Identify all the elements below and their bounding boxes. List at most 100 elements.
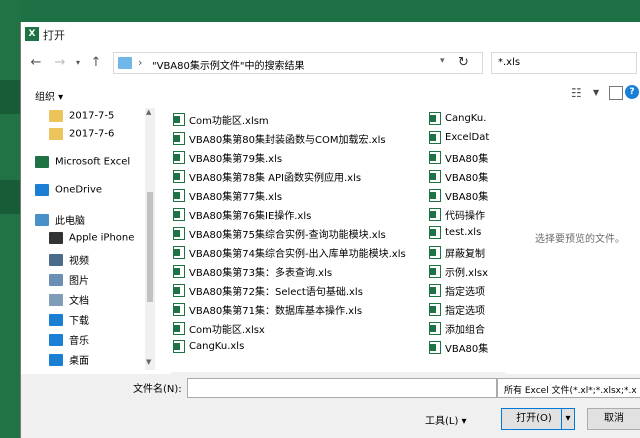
- document-icon: [49, 293, 63, 306]
- nav-item[interactable]: OneDrive: [35, 184, 102, 202]
- folder-icon: [49, 128, 63, 140]
- file-item[interactable]: VBA80集第76集IE操作.xls: [173, 207, 311, 225]
- file-item[interactable]: VBA80集第78集 API函数实例应用.xls: [173, 169, 361, 187]
- file-item[interactable]: VBA80集: [429, 340, 488, 358]
- file-item[interactable]: VBA80集: [429, 150, 488, 168]
- file-item[interactable]: VBA80集第77集.xls: [173, 188, 282, 206]
- nav-item[interactable]: 2017-7-6: [49, 128, 114, 146]
- back-arrow-icon[interactable]: ←: [27, 54, 45, 72]
- nav-item[interactable]: Apple iPhone: [49, 232, 134, 250]
- nav-item[interactable]: 2017-7-5: [49, 110, 114, 128]
- file-name: CangKu.: [445, 113, 487, 124]
- scroll-up-icon[interactable]: ▲: [146, 108, 151, 116]
- file-item[interactable]: 添加组合: [429, 321, 485, 339]
- organize-button[interactable]: 组织 ▾: [35, 88, 63, 103]
- file-item[interactable]: ExcelDat: [429, 131, 489, 149]
- help-icon[interactable]: ?: [625, 85, 639, 99]
- file-name: VBA80集第71集：数据库基本操作.xls: [189, 306, 363, 317]
- address-bar[interactable]: › "VBA80集示例文件"中的搜索结果 ▾ ↻: [113, 52, 483, 74]
- preview-pane-icon[interactable]: [609, 86, 623, 100]
- search-input[interactable]: *.xls: [491, 52, 637, 74]
- excel-background: [0, 0, 20, 438]
- excel-file-icon: [429, 151, 441, 164]
- file-item[interactable]: VBA80集第72集：Select语句基础.xls: [173, 283, 363, 301]
- nav-item[interactable]: Microsoft Excel: [35, 156, 130, 174]
- nav-item[interactable]: 文档: [49, 292, 89, 310]
- nav-item[interactable]: 下载: [49, 312, 89, 330]
- file-item[interactable]: CangKu.xls: [173, 340, 244, 358]
- file-name: VBA80集第77集.xls: [189, 192, 283, 203]
- file-name: VBA80集第78集 API函数实例应用.xls: [189, 173, 362, 184]
- excel-file-icon: [173, 265, 185, 278]
- nav-item[interactable]: 此电脑: [35, 212, 85, 230]
- file-item[interactable]: Com功能区.xlsx: [173, 321, 265, 339]
- nav-item-label: 图片: [69, 276, 89, 287]
- address-dropdown-icon[interactable]: ▾: [440, 56, 445, 66]
- file-item[interactable]: test.xls: [429, 226, 481, 244]
- preview-message: 选择要预览的文件。: [535, 234, 625, 245]
- scroll-down-icon[interactable]: ▼: [146, 358, 151, 366]
- file-item[interactable]: CangKu.: [429, 112, 486, 130]
- view-dropdown-icon[interactable]: ▼: [593, 88, 599, 97]
- phone-icon: [49, 232, 63, 244]
- forward-arrow-icon[interactable]: →: [51, 54, 69, 72]
- view-options-icon[interactable]: ☷: [571, 86, 582, 100]
- excel-file-icon: [173, 189, 185, 202]
- nav-item-label: 下载: [69, 316, 89, 327]
- download-icon: [49, 313, 63, 326]
- nav-scrollbar[interactable]: ▲ ▼: [145, 108, 155, 370]
- folder-icon: [118, 57, 132, 69]
- nav-item[interactable]: 音乐: [49, 332, 89, 350]
- nav-item[interactable]: 图片: [49, 272, 89, 290]
- refresh-icon[interactable]: ↻: [458, 55, 469, 70]
- file-name: VBA80集第72集：Select语句基础.xls: [189, 287, 363, 298]
- excel-file-icon: [173, 151, 185, 164]
- cancel-button[interactable]: 取消: [587, 408, 640, 430]
- file-item[interactable]: VBA80集: [429, 188, 488, 206]
- file-item[interactable]: 指定选项: [429, 283, 485, 301]
- open-options-dropdown-icon[interactable]: ▾: [561, 408, 575, 430]
- nav-item[interactable]: 桌面: [49, 352, 89, 370]
- file-item[interactable]: VBA80集第79集.xls: [173, 150, 282, 168]
- excel-file-icon: [173, 284, 185, 297]
- file-item[interactable]: Com功能区.xlsm: [173, 112, 269, 130]
- file-item[interactable]: VBA80集第71集：数据库基本操作.xls: [173, 302, 362, 320]
- file-item[interactable]: 示例.xlsx: [429, 264, 488, 282]
- excel-file-icon: [173, 227, 185, 240]
- nav-item-label: 2017-7-6: [69, 128, 115, 140]
- excel-file-icon: [429, 246, 441, 259]
- excel-file-icon: [429, 131, 441, 144]
- file-item[interactable]: 代码操作: [429, 207, 485, 225]
- open-dialog: X 打开 ← → ▾ ↑ › "VBA80集示例文件"中的搜索结果 ▾ ↻ *.…: [20, 22, 640, 438]
- up-arrow-icon[interactable]: ↑: [87, 54, 105, 72]
- excel-file-icon: [173, 303, 185, 316]
- file-type-filter[interactable]: 所有 Excel 文件(*.xl*;*.xlsx;*.x: [497, 378, 640, 398]
- file-name: Com功能区.xlsx: [189, 325, 265, 336]
- file-item[interactable]: VBA80集: [429, 169, 488, 187]
- excel-ribbon-block: [0, 180, 20, 214]
- recent-dropdown-icon[interactable]: ▾: [69, 54, 87, 72]
- bottom-panel: 文件名(N): 所有 Excel 文件(*.xl*;*.xlsx;*.x 工具(…: [21, 374, 640, 438]
- excel-icon: [35, 156, 49, 168]
- tools-button[interactable]: 工具(L) ▾: [425, 412, 467, 427]
- file-name: 指定选项: [445, 306, 485, 317]
- excel-file-icon: [429, 303, 441, 316]
- file-name: VBA80集第80集封装函数与COM加载宏.xls: [189, 135, 386, 146]
- excel-file-icon: [429, 170, 441, 183]
- file-item[interactable]: VBA80集第80集封装函数与COM加载宏.xls: [173, 131, 386, 149]
- file-item[interactable]: VBA80集第75集综合实例-查询功能模块.xls: [173, 226, 386, 244]
- file-item[interactable]: VBA80集第73集：多表查询.xls: [173, 264, 332, 282]
- cloud-icon: [35, 184, 49, 196]
- nav-scrollbar-thumb[interactable]: [147, 192, 153, 302]
- excel-file-icon: [173, 246, 185, 259]
- nav-item[interactable]: 视频: [49, 252, 89, 270]
- excel-ribbon-block: [0, 80, 20, 114]
- file-item[interactable]: 指定选项: [429, 302, 485, 320]
- file-item[interactable]: 屏蔽复制: [429, 245, 485, 263]
- file-item[interactable]: VBA80集第74集综合实例-出入库单功能模块.xls: [173, 245, 406, 263]
- file-name: Com功能区.xlsm: [189, 116, 269, 127]
- file-list: Com功能区.xlsm VBA80集第80集封装函数与COM加载宏.xls VBA8…: [171, 108, 505, 370]
- filename-input[interactable]: [187, 378, 497, 398]
- file-name: VBA80集第73集：多表查询.xls: [189, 268, 333, 279]
- open-button[interactable]: 打开(O): [501, 408, 567, 430]
